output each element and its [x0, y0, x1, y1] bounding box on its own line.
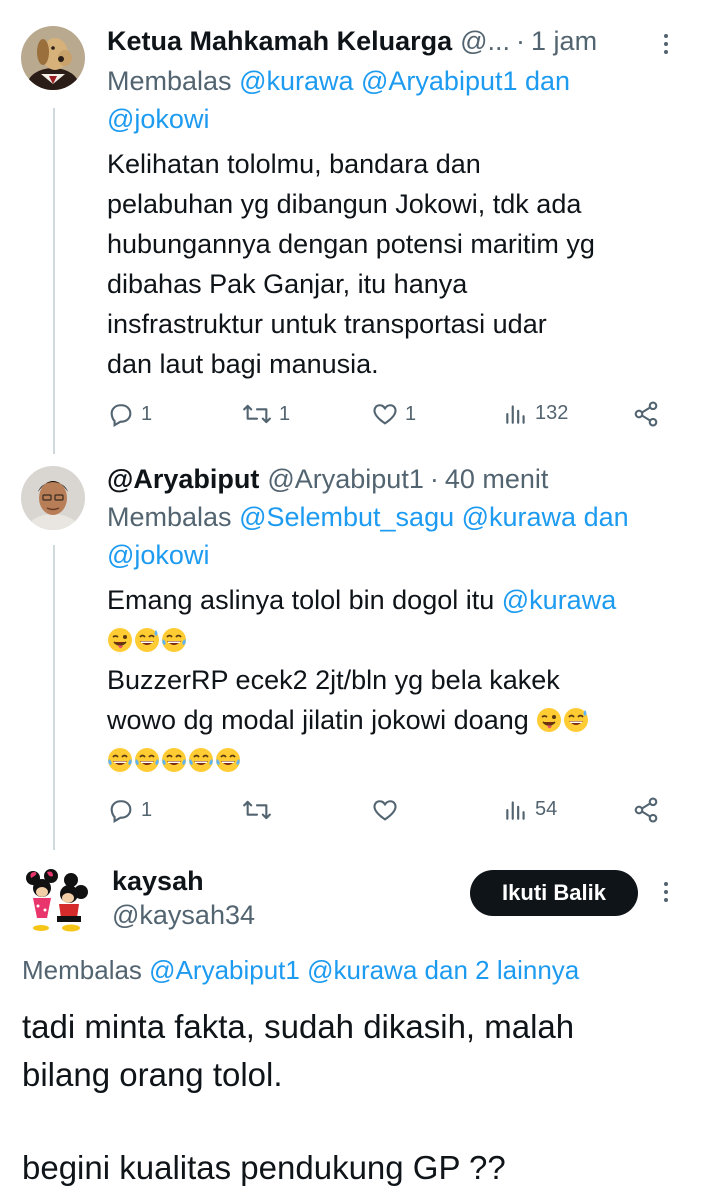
tweet-text-line: hubungannya dengan potensi maritim yg — [107, 229, 595, 259]
views-button[interactable]: 132 — [503, 400, 568, 426]
timestamp[interactable]: 40 menit — [445, 464, 549, 495]
user-handle[interactable]: @kaysah34 — [112, 900, 255, 931]
tweet-text-line: Kelihatan tololmu, bandara dan — [107, 149, 481, 179]
retweet-icon — [243, 800, 271, 820]
views-count: 54 — [535, 797, 558, 820]
heart-icon — [373, 404, 397, 425]
text-segment: wowo dg modal jilatin jokowi doang — [107, 705, 529, 735]
display-name[interactable]: Ketua Mahkamah Keluarga — [107, 26, 452, 57]
like-button[interactable]: 1 — [371, 400, 416, 428]
display-name[interactable]: kaysah — [112, 866, 204, 897]
reply-join: dan — [525, 66, 571, 96]
grinning-face-with-sweat-icon — [563, 707, 589, 733]
tweet-text: Kelihatan tololmu, bandara dan pelabuhan… — [107, 144, 687, 384]
views-count: 132 — [535, 401, 569, 424]
emoji-row — [107, 740, 697, 780]
tweet-actions: 1 1 1 132 — [107, 400, 667, 430]
tweet-text-line: BuzzerRP ecek2 2jt/bln yg bela kakek — [107, 665, 560, 695]
share-button[interactable] — [632, 400, 660, 428]
face-with-tears-of-joy-icon — [188, 747, 214, 773]
tweet-text-line: insfrastruktur untuk transportasi udar — [107, 309, 547, 339]
like-count: 1 — [405, 402, 417, 425]
heart-icon — [373, 800, 397, 821]
avatar[interactable] — [21, 26, 85, 90]
retweet-button[interactable]: 1 — [241, 400, 290, 428]
face-with-tears-of-joy-icon — [107, 747, 133, 773]
user-handle[interactable]: @... — [460, 26, 510, 57]
tweet-actions: 1 54 — [107, 796, 667, 826]
tweet-text-line: bilang orang tolol. — [22, 1056, 283, 1093]
reply-button[interactable]: 1 — [107, 796, 152, 824]
reply-icon — [110, 800, 132, 824]
tweet-text-line: dibahas Pak Ganjar, itu hanya — [107, 269, 468, 299]
display-name[interactable]: @Aryabiput — [107, 464, 259, 495]
reply-prefix: Membalas — [22, 955, 142, 985]
grinning-face-with-sweat-icon — [134, 627, 160, 653]
tweet-text-line: begini kualitas pendukung GP ?? — [22, 1149, 506, 1186]
tweet-text-line: pelabuhan yg dibangun Jokowi, tdk ada — [107, 189, 582, 219]
timestamp[interactable]: 1 jam — [531, 26, 597, 57]
reply-prefix: Membalas — [107, 66, 232, 96]
face-with-tears-of-joy-icon — [161, 627, 187, 653]
follow-back-button[interactable]: Ikuti Balik — [470, 870, 638, 916]
tweet-text-line: dan laut bagi manusia. — [107, 349, 379, 379]
views-icon — [506, 405, 525, 424]
reply-prefix: Membalas — [107, 502, 232, 532]
winking-face-with-tongue-icon — [536, 707, 562, 733]
reply-mention-jokowi[interactable]: @jokowi — [107, 540, 209, 570]
share-button[interactable] — [632, 796, 660, 824]
face-with-tears-of-joy-icon — [134, 747, 160, 773]
emoji-row — [107, 620, 697, 660]
thread-line — [53, 108, 55, 454]
tweet-text-line: tadi minta fakta, sudah dikasih, malah — [22, 1008, 575, 1045]
reply-count: 1 — [141, 798, 153, 821]
mention-link[interactable]: @kurawa — [502, 585, 616, 615]
retweet-count: 1 — [279, 402, 291, 425]
reply-mention-jokowi[interactable]: @jokowi — [107, 104, 209, 134]
more-icon[interactable] — [661, 882, 671, 902]
separator-dot: · — [429, 464, 439, 494]
face-with-tears-of-joy-icon — [215, 747, 241, 773]
reply-join: dan — [424, 955, 468, 985]
replying-to: Membalas @kurawa @Aryabiput1 dan @jokowi — [107, 62, 667, 138]
retweet-icon — [243, 404, 271, 424]
thread-line — [53, 545, 55, 850]
tweet-text: Emang aslinya tolol bin dogol itu @kuraw… — [107, 580, 697, 780]
reply-mentions[interactable]: @Aryabiput1 @kurawa — [149, 955, 417, 985]
retweet-button[interactable] — [241, 796, 273, 824]
avatar[interactable] — [21, 466, 85, 530]
separator-dot: · — [516, 26, 526, 56]
text-segment: Emang aslinya tolol bin dogol itu — [107, 585, 495, 615]
more-icon[interactable] — [661, 34, 671, 54]
tweet-text-line: Emang aslinya tolol bin dogol itu @kuraw… — [107, 580, 697, 620]
views-button[interactable]: 54 — [503, 796, 557, 822]
user-handle[interactable]: @Aryabiput1 — [267, 464, 424, 495]
reply-icon — [110, 404, 132, 428]
like-button[interactable] — [371, 796, 399, 824]
reply-others-link[interactable]: 2 lainnya — [475, 955, 579, 985]
reply-count: 1 — [141, 402, 153, 425]
reply-join: dan — [583, 502, 629, 532]
reply-mentions[interactable]: @Selembut_sagu @kurawa — [239, 502, 576, 532]
tweet-header: Ketua Mahkamah Keluarga @... · 1 jam — [107, 26, 597, 57]
winking-face-with-tongue-icon — [107, 627, 133, 653]
reply-mentions[interactable]: @kurawa @Aryabiput1 — [239, 66, 517, 96]
share-icon — [634, 797, 658, 823]
replying-to: Membalas @Selembut_sagu @kurawa dan @jok… — [107, 498, 697, 574]
share-icon — [634, 401, 658, 427]
reply-button[interactable]: 1 — [107, 400, 152, 428]
replying-to: Membalas @Aryabiput1 @kurawa dan 2 lainn… — [22, 952, 579, 988]
avatar[interactable] — [21, 866, 89, 934]
tweet-header: @Aryabiput @Aryabiput1 · 40 menit — [107, 464, 548, 495]
views-icon — [506, 801, 525, 820]
tweet-text-line: wowo dg modal jilatin jokowi doang — [107, 700, 697, 740]
face-with-tears-of-joy-icon — [161, 747, 187, 773]
